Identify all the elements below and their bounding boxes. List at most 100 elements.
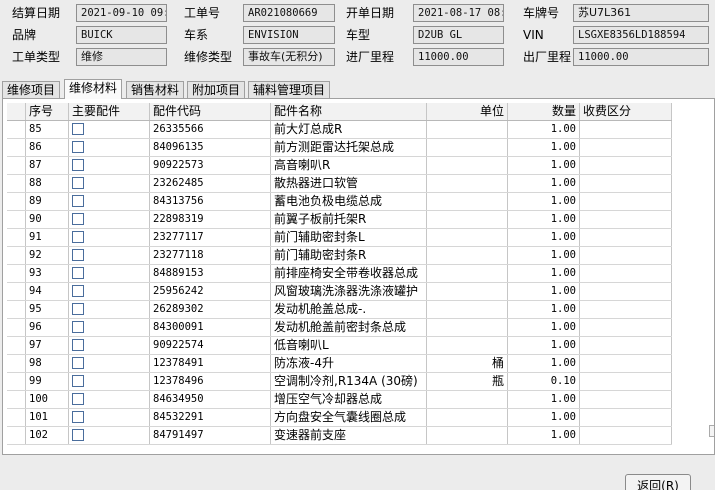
col-unit-header[interactable]: 单位	[427, 103, 508, 120]
main-part-checkbox[interactable]	[72, 141, 84, 153]
cell-no: 92	[26, 247, 69, 264]
out-mileage-field[interactable]: 11000.00	[573, 48, 709, 66]
return-button[interactable]: 返回(R)	[625, 474, 691, 490]
table-row[interactable]: 102 84791497 变速器前支座 1.00	[7, 427, 672, 445]
cell-part-name: 散热器进口软管	[271, 175, 427, 192]
scroll-arrow-icon[interactable]	[709, 425, 714, 437]
tab-additional-items[interactable]: 附加项目	[187, 81, 246, 99]
main-part-checkbox[interactable]	[72, 321, 84, 333]
table-row[interactable]: 100 84634950 增压空气冷却器总成 1.00	[7, 391, 672, 409]
table-row[interactable]: 85 26335566 前大灯总成R 1.00	[7, 121, 672, 139]
work-no-field[interactable]: AR021080669	[243, 4, 335, 22]
cell-no: 91	[26, 229, 69, 246]
table-row[interactable]: 88 23262485 散热器进口软管 1.00	[7, 175, 672, 193]
cell-qty: 1.00	[508, 265, 580, 282]
col-no-header[interactable]: 序号	[26, 103, 69, 120]
table-row[interactable]: 86 84096135 前方测距雷达托架总成 1.00	[7, 139, 672, 157]
cell-fee	[580, 193, 672, 210]
table-row[interactable]: 101 84532291 方向盘安全气囊线圈总成 1.00	[7, 409, 672, 427]
main-part-checkbox[interactable]	[72, 429, 84, 441]
main-part-checkbox[interactable]	[72, 393, 84, 405]
model-field[interactable]: D2UB GL	[413, 26, 504, 44]
row-indicator	[7, 301, 26, 318]
tab-repair-materials[interactable]: 维修材料	[64, 79, 123, 99]
table-row[interactable]: 98 12378491 防冻液-4升桶 1.00	[7, 355, 672, 373]
main-part-checkbox[interactable]	[72, 195, 84, 207]
plate-field[interactable]: 苏U7L361	[573, 4, 709, 22]
cell-part-name: 空调制冷剂,R134A (30磅)	[271, 373, 427, 390]
in-mileage-field[interactable]: 11000.00	[413, 48, 504, 66]
cell-part-code: 84791497	[150, 427, 271, 444]
vin-label: VIN	[523, 28, 544, 42]
tab-auxiliary-items[interactable]: 辅料管理项目	[248, 81, 331, 99]
table-row[interactable]: 94 25956242 风窗玻璃洗涤器洗涤液罐护 1.00	[7, 283, 672, 301]
tab-sales-materials[interactable]: 销售材料	[126, 81, 185, 99]
order-type-field[interactable]: 维修	[76, 48, 167, 66]
main-part-checkbox[interactable]	[72, 213, 84, 225]
cell-qty: 1.00	[508, 355, 580, 372]
main-part-checkbox[interactable]	[72, 123, 84, 135]
cell-qty: 0.10	[508, 373, 580, 390]
cell-qty: 1.00	[508, 175, 580, 192]
cell-qty: 1.00	[508, 283, 580, 300]
table-row[interactable]: 99 12378496 空调制冷剂,R134A (30磅) 瓶 0.10	[7, 373, 672, 391]
row-indicator	[7, 355, 26, 372]
table-row[interactable]: 91 23277117 前门辅助密封条L 1.00	[7, 229, 672, 247]
col-qty-header[interactable]: 数量	[508, 103, 580, 120]
plate-label: 车牌号	[523, 6, 560, 20]
main-part-checkbox[interactable]	[72, 375, 84, 387]
col-fee-header[interactable]: 收费区分	[580, 103, 672, 120]
in-mileage-label: 进厂里程	[346, 50, 395, 64]
col-main-part-header[interactable]: 主要配件	[69, 103, 150, 120]
cell-unit	[427, 265, 508, 282]
cell-unit	[427, 211, 508, 228]
open-date-field[interactable]: 2021-08-17 08:3	[413, 4, 504, 22]
main-part-checkbox[interactable]	[72, 303, 84, 315]
brand-field[interactable]: BUICK	[76, 26, 167, 44]
main-part-checkbox[interactable]	[72, 159, 84, 171]
cell-fee	[580, 301, 672, 318]
table-row[interactable]: 97 90922574 低音喇叭L 1.00	[7, 337, 672, 355]
table-row[interactable]: 92 23277118 前门辅助密封条R 1.00	[7, 247, 672, 265]
col-part-name-header[interactable]: 配件名称	[271, 103, 427, 120]
row-indicator	[7, 229, 26, 246]
cell-qty: 1.00	[508, 157, 580, 174]
table-row[interactable]: 95 26289302 发动机舱盖总成-. 1.00	[7, 301, 672, 319]
tab-repair-items[interactable]: 维修项目	[2, 81, 61, 99]
main-part-checkbox[interactable]	[72, 285, 84, 297]
main-part-checkbox[interactable]	[72, 267, 84, 279]
cell-no: 86	[26, 139, 69, 156]
repair-type-field[interactable]: 事故车(无积分)	[243, 48, 335, 66]
table-row[interactable]: 90 22898319 前翼子板前托架R 1.00	[7, 211, 672, 229]
cell-main-part	[69, 139, 150, 156]
table-row[interactable]: 89 84313756 蓄电池负极电缆总成 1.00	[7, 193, 672, 211]
table-row[interactable]: 87 90922573 高音喇叭R 1.00	[7, 157, 672, 175]
series-field[interactable]: ENVISION	[243, 26, 335, 44]
cell-qty: 1.00	[508, 337, 580, 354]
table-row[interactable]: 96 84300091 发动机舱盖前密封条总成 1.00	[7, 319, 672, 337]
open-date-label: 开单日期	[346, 6, 395, 20]
table-row[interactable]: 93 84889153 前排座椅安全带卷收器总成 1.00	[7, 265, 672, 283]
main-part-checkbox[interactable]	[72, 339, 84, 351]
row-indicator	[7, 391, 26, 408]
cell-main-part	[69, 355, 150, 372]
cell-part-code: 12378496	[150, 373, 271, 390]
main-part-checkbox[interactable]	[72, 411, 84, 423]
main-part-checkbox[interactable]	[72, 249, 84, 261]
cell-unit	[427, 409, 508, 426]
cell-part-name: 前排座椅安全带卷收器总成	[271, 265, 427, 282]
settle-date-field[interactable]: 2021-09-10 09:5	[76, 4, 167, 22]
cell-unit	[427, 301, 508, 318]
cell-qty: 1.00	[508, 427, 580, 444]
cell-main-part	[69, 157, 150, 174]
vin-field[interactable]: LSGXE8356LD188594	[573, 26, 709, 44]
order-type-label: 工单类型	[12, 50, 61, 64]
main-part-checkbox[interactable]	[72, 177, 84, 189]
col-part-code-header[interactable]: 配件代码	[150, 103, 271, 120]
row-indicator	[7, 265, 26, 282]
cell-qty: 1.00	[508, 121, 580, 138]
main-part-checkbox[interactable]	[72, 357, 84, 369]
cell-qty: 1.00	[508, 391, 580, 408]
work-no-label: 工单号	[184, 6, 221, 20]
main-part-checkbox[interactable]	[72, 231, 84, 243]
